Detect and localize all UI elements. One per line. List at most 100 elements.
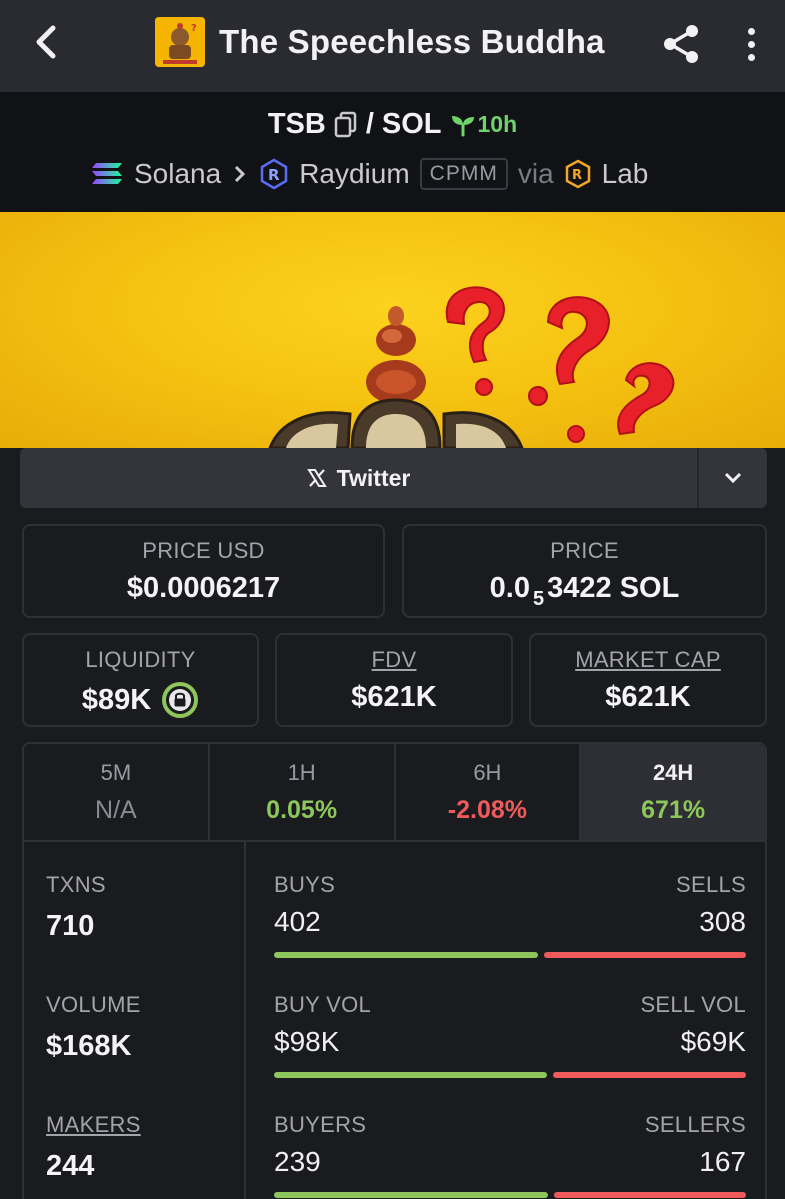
liquidity-card: LIQUIDITY $89K bbox=[22, 633, 259, 727]
makers-split-bar bbox=[274, 1192, 746, 1198]
price-subscript: 5 bbox=[533, 588, 545, 610]
top-app-bar: ? The Speechless Buddha bbox=[0, 0, 785, 92]
price-usd-card: PRICE USD $0.0006217 bbox=[22, 524, 385, 618]
price-native-label: PRICE bbox=[550, 538, 619, 563]
more-dot bbox=[747, 53, 755, 61]
raydium-icon: R bbox=[260, 158, 288, 190]
token-logo: ? bbox=[155, 17, 205, 67]
tab-label: 5M bbox=[100, 760, 132, 785]
sellers-label: SELLERS bbox=[644, 1112, 746, 1137]
volume-label: VOLUME bbox=[46, 992, 141, 1017]
tab-change: 671% bbox=[641, 796, 706, 824]
pair-row: TSB / SOL 10h bbox=[0, 108, 785, 141]
buy-vol-bar bbox=[274, 1072, 548, 1078]
tab-6h[interactable]: 6H -2.08% bbox=[396, 744, 582, 840]
buys-label: BUYS bbox=[274, 872, 336, 897]
makers-value: 244 bbox=[46, 1150, 95, 1182]
twitter-label: Twitter bbox=[336, 464, 411, 491]
volume-metric: VOLUME $168K bbox=[46, 992, 141, 1063]
buys-value: 402 bbox=[274, 906, 321, 937]
price-usd-label: PRICE USD bbox=[142, 538, 265, 563]
fdv-card[interactable]: FDV $621K bbox=[275, 633, 513, 727]
buy-vol-value: $98K bbox=[274, 1026, 340, 1057]
twitter-button[interactable]: Twitter bbox=[20, 448, 697, 508]
price-native-value: 0.0 5 3422 SOL bbox=[404, 572, 765, 611]
price-native-card: PRICE 0.0 5 3422 SOL bbox=[402, 524, 767, 618]
pair-age-badge: 10h bbox=[450, 111, 517, 138]
makers-split-row: BUYERS SELLERS 239 167 bbox=[274, 1112, 746, 1198]
sellers-bar bbox=[554, 1192, 746, 1198]
market-cap-label[interactable]: MARKET CAP bbox=[531, 647, 765, 673]
liquidity-label: LIQUIDITY bbox=[85, 647, 196, 672]
more-options-button[interactable] bbox=[736, 22, 766, 66]
svg-text:?: ? bbox=[191, 23, 197, 34]
buyers-bar bbox=[274, 1192, 549, 1198]
pair-separator: / bbox=[365, 108, 374, 140]
tab-label: 1H bbox=[287, 760, 316, 785]
txns-metric: TXNS 710 bbox=[46, 872, 106, 943]
sell-vol-label: SELL VOL bbox=[640, 992, 746, 1017]
seedling-icon bbox=[451, 115, 474, 136]
chain-breadcrumb: Solana R Raydium CPMM via R Lab bbox=[90, 152, 648, 196]
tab-label: 6H bbox=[473, 760, 502, 785]
buys-sells-bar bbox=[274, 952, 746, 958]
share-icon bbox=[664, 25, 698, 63]
txns-label: TXNS bbox=[46, 872, 106, 897]
more-dot bbox=[747, 40, 755, 48]
buyers-label: BUYERS bbox=[274, 1112, 367, 1137]
chevron-down-icon bbox=[724, 472, 742, 484]
launchpad-link[interactable]: Lab bbox=[602, 158, 649, 190]
copy-icon[interactable] bbox=[334, 111, 358, 139]
sell-vol-value: $69K bbox=[680, 1026, 746, 1057]
more-vertical-icon bbox=[747, 27, 755, 35]
volume-value: $168K bbox=[46, 1030, 132, 1062]
tab-change: -2.08% bbox=[447, 796, 527, 824]
buys-bar bbox=[274, 952, 538, 958]
pair-base-symbol: TSB bbox=[267, 108, 326, 140]
x-logo-icon bbox=[306, 469, 327, 487]
sells-bar bbox=[543, 952, 746, 958]
price-suffix: 3422 SOL bbox=[547, 572, 680, 604]
svg-text:R: R bbox=[268, 166, 280, 184]
sells-value: 308 bbox=[699, 906, 746, 937]
socials-dropdown-button[interactable] bbox=[697, 448, 767, 508]
price-prefix: 0.0 bbox=[489, 572, 530, 604]
svg-text:R: R bbox=[572, 168, 582, 183]
market-cap-card[interactable]: MARKET CAP $621K bbox=[529, 633, 767, 727]
txns-value: 710 bbox=[46, 910, 95, 942]
tab-label: 24H bbox=[652, 760, 694, 785]
liquidity-value-row: $89K bbox=[24, 681, 257, 719]
tab-5m[interactable]: 5M N/A bbox=[24, 744, 210, 840]
sellers-value: 167 bbox=[699, 1146, 746, 1177]
volume-split-bar bbox=[274, 1072, 746, 1078]
volume-split-row: BUY VOL SELL VOL $98K $69K bbox=[274, 992, 746, 1078]
totals-column: TXNS 710 VOLUME $168K MAKERS 244 bbox=[24, 842, 246, 1199]
makers-label[interactable]: MAKERS bbox=[46, 1112, 141, 1138]
chevron-left-icon bbox=[36, 25, 56, 59]
lock-icon[interactable] bbox=[161, 681, 199, 719]
buys-sells-row: BUYS SELLS 402 308 bbox=[274, 872, 746, 958]
sell-vol-bar bbox=[553, 1072, 746, 1078]
share-button[interactable] bbox=[660, 22, 704, 66]
fdv-label[interactable]: FDV bbox=[277, 647, 511, 673]
tab-change: 0.05% bbox=[266, 796, 338, 824]
timeframe-stats-panel: 5M N/A 1H 0.05% 6H -2.08% 24H 671% TXNS … bbox=[22, 742, 767, 1199]
back-button[interactable] bbox=[26, 20, 66, 64]
token-banner-image bbox=[0, 212, 785, 448]
chain-link[interactable]: Solana bbox=[134, 158, 221, 190]
pool-type-tag: CPMM bbox=[419, 158, 508, 190]
metrics-grid: TXNS 710 VOLUME $168K MAKERS 244 BUYS SE… bbox=[24, 842, 765, 1199]
price-usd-value: $0.0006217 bbox=[126, 572, 281, 604]
buyers-value: 239 bbox=[274, 1146, 321, 1177]
split-column: BUYS SELLS 402 308 BUY VOL SELL VOL $98K… bbox=[274, 842, 746, 1199]
makers-metric: MAKERS 244 bbox=[46, 1112, 141, 1183]
page-title: The Speechless Buddha bbox=[219, 23, 605, 60]
pair-quote-symbol: SOL bbox=[381, 108, 442, 140]
fdv-value: $621K bbox=[351, 681, 437, 713]
socials-bar: Twitter bbox=[20, 448, 767, 508]
tab-1h[interactable]: 1H 0.05% bbox=[210, 744, 396, 840]
dex-link[interactable]: Raydium bbox=[299, 158, 409, 190]
tab-change: N/A bbox=[95, 796, 137, 824]
sells-label: SELLS bbox=[676, 872, 746, 897]
tab-24h[interactable]: 24H 671% bbox=[581, 744, 765, 840]
